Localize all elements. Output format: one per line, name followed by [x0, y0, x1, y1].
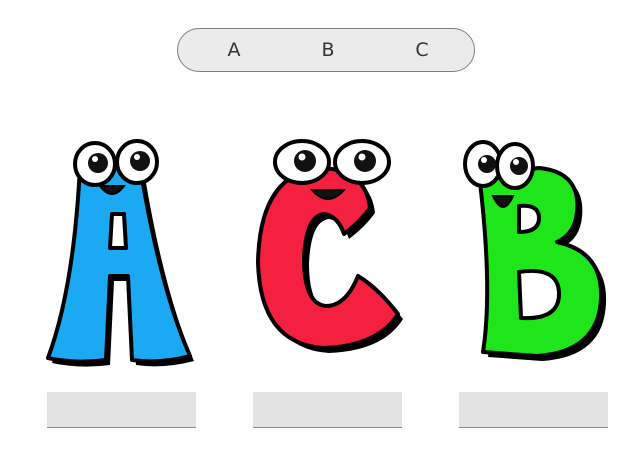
letter-a-body	[46, 164, 192, 364]
letter-c-illustration	[256, 139, 403, 353]
letter-b-illustration	[463, 140, 607, 361]
draggable-chip-a[interactable]: A	[222, 38, 247, 62]
cartoon-letter-c-image	[248, 138, 408, 374]
answer-drop-box-3[interactable]	[459, 392, 608, 428]
draggable-chip-b[interactable]: B	[315, 38, 340, 62]
answer-drop-box-1[interactable]	[47, 392, 196, 428]
letter-a-illustration	[46, 139, 194, 367]
answer-drop-box-2[interactable]	[253, 392, 402, 428]
word-bank: A B C	[177, 28, 475, 72]
cartoon-letter-a-image	[40, 138, 198, 374]
draggable-chip-c[interactable]: C	[409, 38, 434, 62]
cartoon-letter-b-image	[453, 138, 613, 374]
